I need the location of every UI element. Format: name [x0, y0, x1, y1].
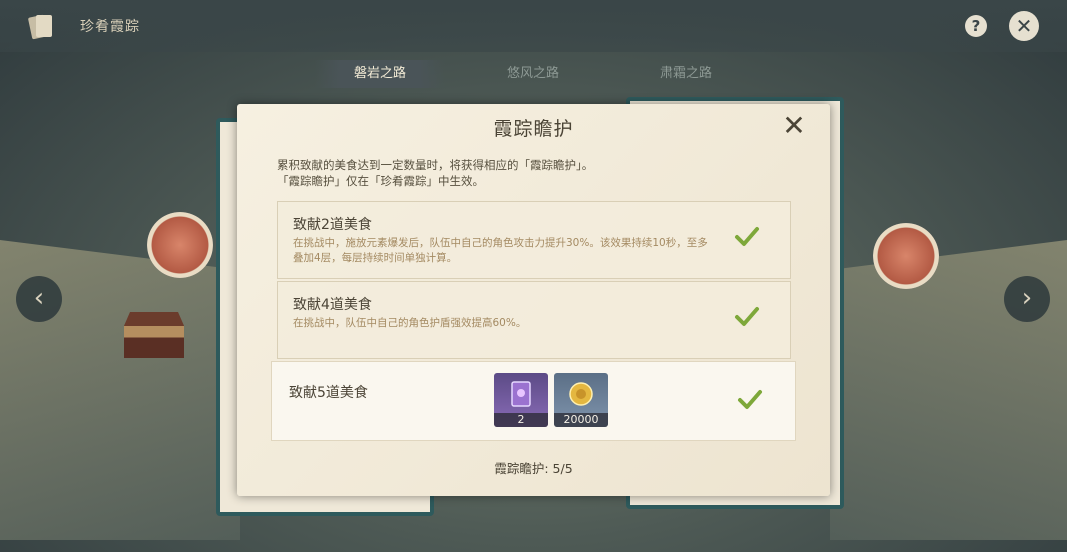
crossed-swords-medallion-icon[interactable]	[147, 212, 213, 278]
reward-description: 在挑战中，施放元素爆发后，队伍中自己的角色攻击力提升30%。该效果持续10秒，至…	[293, 237, 708, 264]
skull-medallion-icon[interactable]	[873, 223, 939, 289]
reward-row-5-dishes: 致献5道美食 2 20000	[271, 361, 796, 441]
check-icon	[735, 307, 759, 326]
reward-item-book[interactable]: 2	[494, 373, 548, 427]
blessing-dialog: 霞踪瞻护 ✕ 累积致献的美食达到一定数量时，将获得相应的「霞踪瞻护」。 「霞踪瞻…	[237, 104, 830, 496]
reward-description: 在挑战中，队伍中自己的角色护盾强效提高60%。	[293, 317, 527, 329]
reward-title: 致献4道美食	[293, 297, 372, 313]
route-tabs: 磐岩之路 悠风之路 肃霜之路	[0, 60, 1067, 88]
page-title: 珍肴霞踪	[80, 19, 140, 35]
tab-cryo-route[interactable]: 肃霜之路	[621, 60, 751, 88]
blessing-progress: 霞踪瞻护: 5/5	[494, 461, 573, 476]
pavilion-building-icon	[124, 312, 184, 358]
dialog-title: 霞踪瞻护	[493, 118, 574, 140]
dialog-description: 累积致献的美食达到一定数量时，将获得相应的「霞踪瞻护」。 「霞踪瞻护」仅在「珍肴…	[277, 157, 593, 189]
check-icon	[738, 390, 762, 409]
mora-coin-icon	[569, 382, 593, 406]
tab-anemo-route[interactable]: 悠风之路	[468, 60, 598, 88]
reward-title: 致献2道美食	[293, 217, 372, 233]
check-icon	[735, 227, 759, 246]
reward-title: 致献5道美食	[289, 385, 368, 401]
reward-row-4-dishes: 致献4道美食 在挑战中，队伍中自己的角色护盾强效提高60%。	[277, 281, 791, 359]
purple-book-icon	[511, 381, 531, 407]
top-bar: 珍肴霞踪 ? ✕	[0, 0, 1067, 52]
help-button[interactable]: ?	[965, 15, 987, 37]
event-cards-icon	[28, 14, 52, 40]
tab-geo-route[interactable]: 磐岩之路	[315, 60, 445, 88]
next-arrow-button[interactable]: ›	[1004, 276, 1050, 322]
description-line: 「霞踪瞻护」仅在「珍肴霞踪」中生效。	[277, 174, 484, 188]
description-line: 累积致献的美食达到一定数量时，将获得相应的「霞踪瞻护」。	[277, 158, 594, 172]
reward-row-2-dishes: 致献2道美食 在挑战中，施放元素爆发后，队伍中自己的角色攻击力提升30%。该效果…	[277, 201, 791, 279]
dialog-close-button[interactable]: ✕	[782, 112, 806, 140]
item-count: 2	[494, 413, 548, 427]
close-page-button[interactable]: ✕	[1009, 11, 1039, 41]
previous-arrow-button[interactable]: ‹	[16, 276, 62, 322]
item-count: 20000	[554, 413, 608, 427]
reward-item-mora[interactable]: 20000	[554, 373, 608, 427]
